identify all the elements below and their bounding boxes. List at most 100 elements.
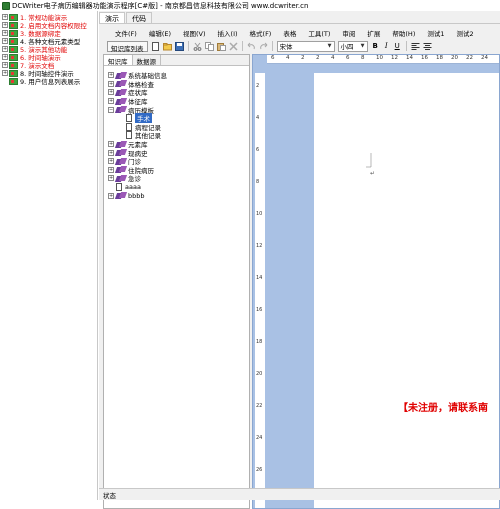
menu-insert[interactable]: 插入(I)	[212, 28, 244, 38]
expand-icon[interactable]: +	[2, 14, 8, 20]
books-icon	[116, 106, 126, 113]
books-icon	[116, 72, 126, 79]
ruler-number: 20	[451, 55, 458, 61]
books-icon	[116, 141, 126, 148]
expand-icon[interactable]: +	[108, 72, 114, 79]
status-bar: 状态	[99, 488, 500, 500]
menu-tools[interactable]: 工具(T)	[302, 28, 336, 38]
expand-icon[interactable]: +	[108, 89, 114, 96]
expand-icon[interactable]: +	[2, 38, 8, 44]
align-left-icon[interactable]	[411, 42, 420, 51]
tab-code[interactable]: 代码	[126, 12, 152, 23]
align-center-icon[interactable]	[423, 42, 432, 51]
italic-button[interactable]: I	[383, 42, 390, 50]
expand-icon[interactable]: +	[108, 175, 114, 182]
cut-icon[interactable]	[193, 42, 202, 51]
vertical-ruler: 2 4 6 8 10 12 14 16 18 20 22 24 26	[255, 73, 265, 508]
toolbar-separator	[405, 41, 407, 51]
top-tabs: 演示 代码	[99, 11, 153, 23]
ruler-number: 4	[256, 115, 260, 121]
ruler-number: 8	[256, 179, 260, 185]
kb-tree-item[interactable]: 手术	[108, 113, 248, 124]
demo-icon	[9, 29, 18, 37]
document-icon	[126, 114, 132, 123]
demo-icon	[9, 21, 18, 29]
expand-icon[interactable]: +	[2, 54, 8, 60]
expand-icon[interactable]: +	[108, 166, 114, 173]
demo-icon	[9, 77, 18, 85]
document-view: 6 4 2 2 4 6 8 10 12 14 16 18 20 22 24 2 4 6 8 10 12 14 16 18 20…	[252, 54, 500, 509]
open-folder-icon[interactable]	[162, 42, 172, 51]
redo-icon[interactable]	[259, 42, 268, 51]
new-document-icon[interactable]	[151, 41, 160, 51]
font-size-select[interactable]: 小四 ▼	[337, 40, 368, 52]
books-icon	[116, 158, 126, 165]
undo-icon[interactable]	[247, 42, 256, 51]
kb-tree-item[interactable]: − 病历模板	[108, 105, 248, 115]
demo-tree-item[interactable]: 9. 用户信息列表展示	[0, 77, 97, 86]
margin-corner-mark: ↵	[366, 153, 375, 177]
expand-icon[interactable]: +	[2, 62, 8, 68]
kb-list-button[interactable]: 知识库列表	[107, 40, 148, 53]
knowledge-base-panel: 知识库 数据源 + 系统基础信息 + 体格检查 + 症状库 + 体征库 − 病历模板 手术 病程记录其…	[103, 54, 250, 509]
menu-extend[interactable]: 扩展	[361, 28, 386, 38]
expand-icon[interactable]: +	[108, 98, 114, 105]
paste-icon[interactable]	[216, 42, 226, 51]
expand-icon[interactable]: +	[2, 46, 8, 52]
expand-icon[interactable]: +	[108, 158, 114, 165]
demo-icon	[9, 69, 18, 77]
menu-view[interactable]: 视图(V)	[177, 28, 212, 38]
font-name-select[interactable]: 宋体 ▼	[276, 40, 335, 52]
collapse-icon[interactable]: −	[108, 106, 114, 113]
expand-icon[interactable]: +	[2, 30, 8, 36]
toolbar-separator	[241, 41, 243, 51]
tab-knowledge-base[interactable]: 知识库	[104, 55, 133, 66]
demo-icon	[9, 53, 18, 61]
kb-tree-item[interactable]: aaaa	[108, 183, 248, 192]
save-icon[interactable]	[174, 41, 184, 51]
expand-icon[interactable]: +	[2, 70, 8, 76]
demo-icon	[9, 37, 18, 45]
ruler-number: 18	[256, 339, 263, 345]
expand-icon[interactable]: +	[108, 141, 114, 148]
expand-icon[interactable]: +	[108, 80, 114, 87]
menu-review[interactable]: 审阅	[336, 28, 361, 38]
delete-icon[interactable]	[228, 41, 238, 51]
app-icon	[2, 1, 10, 10]
menu-table[interactable]: 表格	[277, 28, 302, 38]
demo-nav-tree: +1. 常规功能演示 +2. 启用文档内容权限控 +3. 数据源绑定 +4. 各种文档…	[0, 11, 98, 500]
document-page[interactable]: ↵	[314, 73, 499, 508]
menu-format[interactable]: 格式(F)	[244, 28, 278, 38]
editor-container: 文件(F) 编辑(E) 视图(V) 插入(I) 格式(F) 表格 工具(T) 审…	[99, 23, 500, 509]
kb-tree-item[interactable]: + 急诊	[108, 174, 248, 183]
underline-button[interactable]: U	[393, 42, 402, 50]
kb-tree-item-label: aaaa	[125, 183, 141, 192]
tab-demo[interactable]: 演示	[99, 12, 125, 23]
demo-icon	[9, 61, 18, 69]
kb-tree-item[interactable]: + bbbb	[108, 191, 248, 200]
ruler-number: 16	[421, 55, 428, 61]
bold-button[interactable]: B	[371, 42, 380, 50]
expand-icon[interactable]: +	[108, 149, 114, 156]
menu-help[interactable]: 帮助(H)	[386, 28, 421, 38]
ruler-number: 2	[256, 83, 260, 89]
expand-icon[interactable]: +	[2, 22, 8, 28]
menu-edit[interactable]: 编辑(E)	[143, 28, 177, 38]
font-size-value: 小四	[340, 43, 354, 51]
ruler-number: 2	[301, 55, 305, 61]
chevron-down-icon: ▼	[327, 43, 332, 49]
tab-data-source[interactable]: 数据源	[132, 55, 161, 66]
demo-icon	[9, 13, 18, 21]
ruler-number: 6	[346, 55, 350, 61]
ruler-number: 18	[436, 55, 443, 61]
menu-test1[interactable]: 测试1	[421, 28, 450, 38]
kb-tree-item-label: bbbb	[128, 191, 145, 200]
document-icon	[116, 183, 122, 192]
kb-tabs: 知识库 数据源	[104, 55, 249, 66]
menu-test2[interactable]: 测试2	[451, 28, 480, 38]
copy-icon[interactable]	[204, 41, 214, 51]
svg-text:↵: ↵	[370, 170, 375, 177]
menu-file[interactable]: 文件(F)	[109, 28, 143, 38]
kb-tree-item[interactable]: 病程记录	[108, 122, 248, 132]
expand-icon[interactable]: +	[108, 192, 114, 199]
